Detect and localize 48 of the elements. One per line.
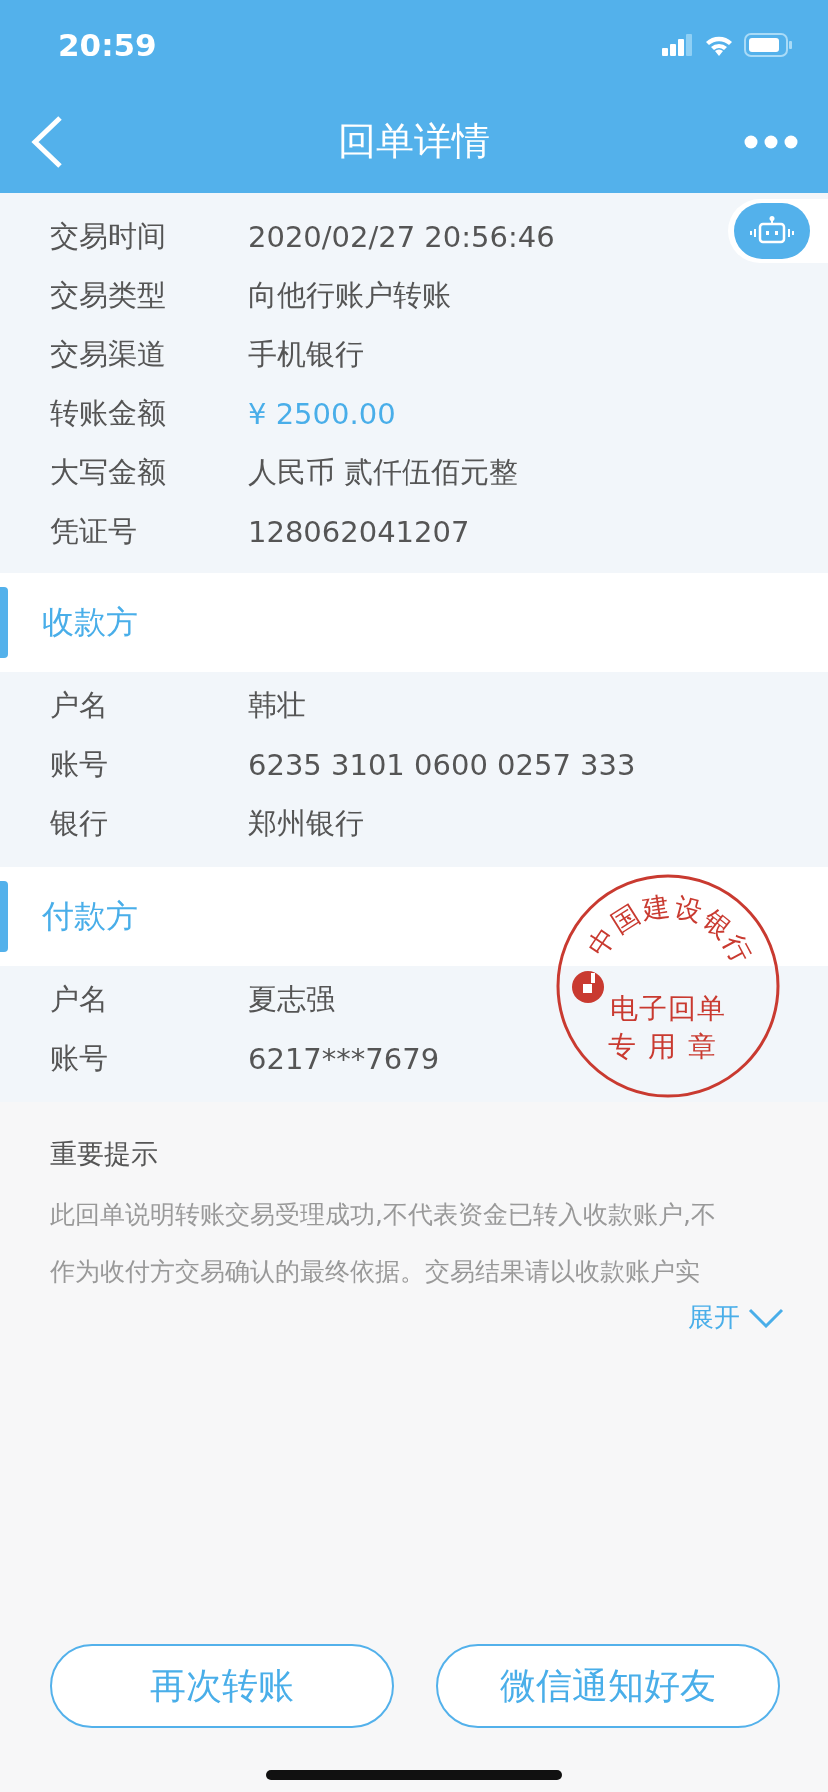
- action-button[interactable]: 再次转账: [50, 1644, 394, 1728]
- notice-text: 此回单说明转账交易受理成功,不代表资金已转入收款账户,不: [50, 1199, 717, 1231]
- field-value: 夏志强: [248, 980, 335, 1018]
- field-label: 交易时间: [49, 217, 167, 255]
- stamp-char: 建: [640, 890, 672, 925]
- field-value: 郑州银行: [248, 804, 364, 842]
- chevron-down-icon: [748, 1307, 784, 1328]
- section-title: 付款方: [42, 895, 138, 937]
- field-label: 大写金额: [49, 453, 167, 491]
- field-value: 韩壮: [248, 686, 306, 724]
- section-title: 收款方: [42, 601, 138, 643]
- field-label: 凭证号: [49, 512, 138, 550]
- notice-title: 重要提示: [50, 1137, 159, 1171]
- field-value: 手机银行: [248, 335, 364, 373]
- notice-text: 作为收付方交易确认的最终依据。交易结果请以收款账户实: [50, 1256, 701, 1288]
- field-value: 6217***7679: [248, 1041, 440, 1076]
- page-title: 回单详情: [338, 119, 490, 163]
- field-value: 2020/02/27 20:56:46: [248, 219, 555, 254]
- back-button[interactable]: [30, 114, 64, 169]
- more-icon: [744, 134, 798, 149]
- stamp-text: 专用章: [608, 1030, 728, 1063]
- signal-icon: [662, 34, 694, 56]
- robot-icon: [749, 216, 795, 246]
- field-label: 银行: [49, 804, 109, 842]
- field-value: 6235 3101 0600 0257 333: [248, 747, 636, 782]
- field-value: 向他行账户转账: [248, 276, 451, 314]
- action-button[interactable]: 微信通知好友: [436, 1644, 780, 1728]
- section-marker: [0, 881, 8, 952]
- field-label: 户名: [49, 686, 109, 724]
- battery-icon: [744, 33, 792, 57]
- field-label: 转账金额: [49, 394, 167, 432]
- field-label: 账号: [49, 1039, 109, 1077]
- wifi-icon: [704, 34, 734, 56]
- amount-value: ¥ 2500.00: [248, 396, 396, 431]
- more-button[interactable]: [744, 134, 798, 149]
- section-marker: [0, 587, 8, 658]
- field-label: 交易类型: [49, 276, 167, 314]
- status-time: 20:59: [58, 27, 157, 63]
- field-label: 户名: [49, 980, 109, 1018]
- assistant-button[interactable]: [728, 199, 828, 263]
- expand-button[interactable]: 展开: [688, 1300, 784, 1335]
- field-value: 人民币 贰仟伍佰元整: [248, 453, 519, 491]
- field-label: 账号: [49, 745, 109, 783]
- field-label: 交易渠道: [49, 335, 167, 373]
- stamp-text: 电子回单: [610, 992, 726, 1025]
- back-icon: [30, 114, 64, 169]
- bank-logo-icon: [572, 971, 604, 1003]
- field-value: 128062041207: [248, 514, 470, 549]
